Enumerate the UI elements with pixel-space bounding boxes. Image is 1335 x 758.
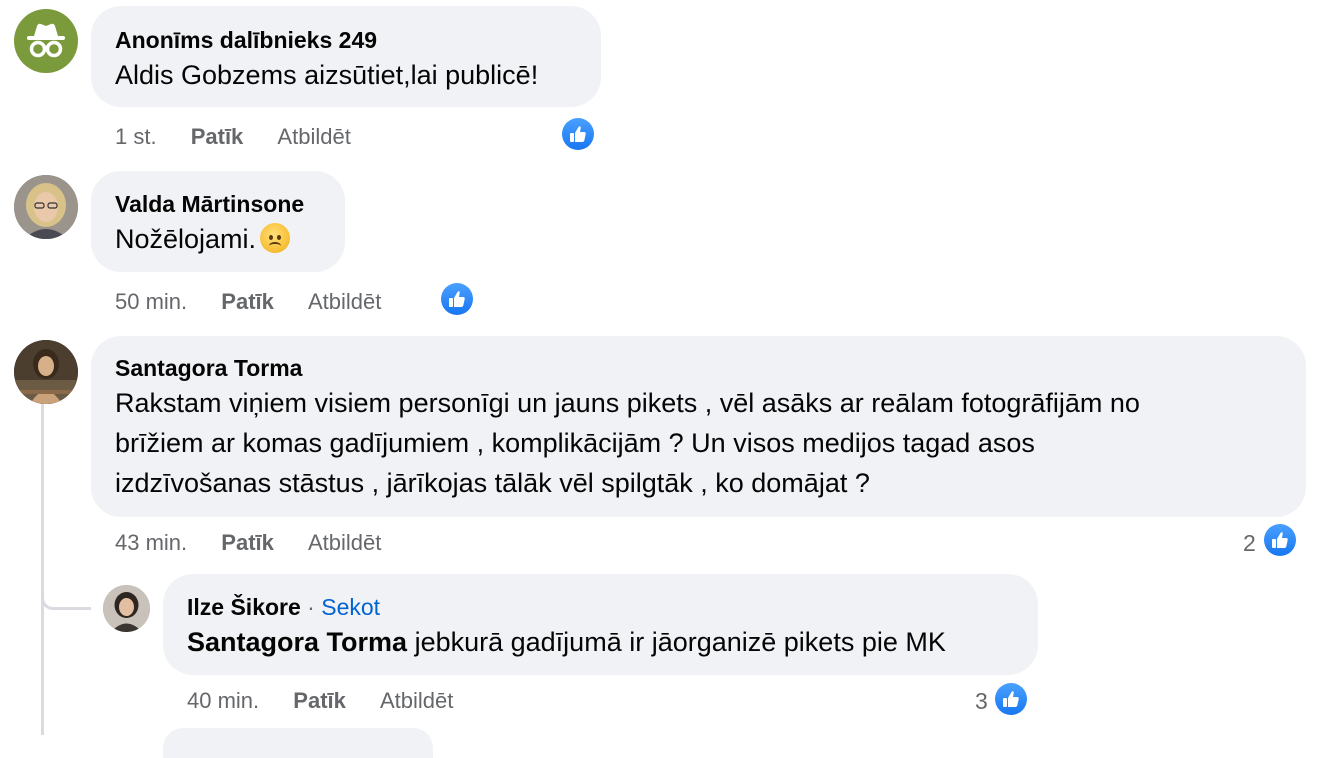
- comment-text: Rakstam viņiem visiem personīgi un jauns…: [115, 383, 1140, 503]
- avatar[interactable]: [14, 9, 78, 73]
- comment-text: jebkurā gadījumā ir jāorganizē pikets pi…: [414, 627, 946, 657]
- comment-author[interactable]: Ilze Šikore: [187, 594, 301, 620]
- incognito-icon: [27, 23, 65, 58]
- separator-dot: ·: [307, 594, 315, 620]
- comment-actions: 50 min. Patīk Atbildēt: [115, 288, 381, 316]
- reaction-badge[interactable]: [560, 116, 596, 152]
- comment-time[interactable]: 1 st.: [115, 124, 157, 149]
- comment-time[interactable]: 50 min.: [115, 289, 187, 314]
- comment-author[interactable]: Anonīms dalībnieks 249: [115, 26, 377, 54]
- avatar[interactable]: [103, 585, 150, 632]
- comment-author[interactable]: Santagora Torma: [115, 354, 302, 382]
- thumbs-up-icon: [1003, 691, 1019, 707]
- reply-button[interactable]: Atbildēt: [380, 688, 453, 713]
- comment-bubble: Anonīms dalībnieks 249 Aldis Gobzems aiz…: [91, 6, 601, 107]
- reaction-badge[interactable]: [993, 681, 1029, 717]
- reaction-badge[interactable]: [1262, 522, 1298, 558]
- comment-time[interactable]: 43 min.: [115, 530, 187, 555]
- comment-time[interactable]: 40 min.: [187, 688, 259, 713]
- reply-button[interactable]: Atbildēt: [308, 289, 381, 314]
- comment-actions: 40 min. Patīk Atbildēt: [187, 687, 453, 715]
- like-button[interactable]: Patīk: [293, 688, 346, 713]
- comment-author[interactable]: Valda Mārtinsone: [115, 190, 304, 218]
- comment-bubble: Santagora Torma Rakstam viņiem visiem pe…: [91, 336, 1306, 517]
- comment-text-line: brīžiem ar komas gadījumiem , komplikāci…: [115, 428, 1035, 458]
- like-button[interactable]: Patīk: [221, 530, 274, 555]
- like-button[interactable]: Patīk: [191, 124, 244, 149]
- mention-link[interactable]: Santagora Torma: [187, 627, 407, 657]
- like-button[interactable]: Patīk: [221, 289, 274, 314]
- comment-actions: 1 st. Patīk Atbildēt: [115, 123, 351, 151]
- profile-photo: [14, 175, 78, 239]
- reply-button[interactable]: Atbildēt: [308, 530, 381, 555]
- thumbs-up-icon: [1272, 532, 1288, 548]
- profile-photo: [14, 340, 78, 404]
- thumbs-up-icon: [570, 126, 586, 142]
- reaction-badge[interactable]: [439, 281, 475, 317]
- reply-button[interactable]: Atbildēt: [277, 124, 350, 149]
- comment-bubble: Valda Mārtinsone Nožēlojami.: [91, 171, 345, 272]
- comment-actions: 43 min. Patīk Atbildēt: [115, 529, 381, 557]
- comment-bubble: Ilze Šikore · Sekot Santagora Torma jebk…: [163, 574, 1038, 675]
- comment-text-line: Santagora Torma jebkurā gadījumā ir jāor…: [187, 622, 946, 662]
- thread-line-vertical: [41, 404, 44, 735]
- reaction-count[interactable]: 3: [975, 687, 988, 715]
- avatar[interactable]: [14, 340, 78, 404]
- sad-face-emoji: [260, 223, 291, 253]
- reaction-count[interactable]: 2: [1243, 529, 1256, 557]
- follow-link[interactable]: Sekot: [321, 594, 380, 620]
- comment-text: Aldis Gobzems aizsūtiet,lai publicē!: [115, 60, 539, 90]
- avatar[interactable]: [14, 175, 78, 239]
- comment-text-line: izdzīvošanas stāstus , jārīkojas tālāk v…: [115, 468, 870, 498]
- comment-text-line: Nožēlojami.: [115, 219, 291, 259]
- thread-line-branch: [41, 590, 91, 610]
- next-comment-bubble: [163, 728, 433, 758]
- profile-photo: [103, 585, 150, 632]
- comment-text-line: Rakstam viņiem visiem personīgi un jauns…: [115, 388, 1140, 418]
- comment-text: Nožēlojami.: [115, 224, 257, 254]
- comment-author-line: Ilze Šikore · Sekot: [187, 593, 380, 621]
- thumbs-up-icon: [449, 291, 465, 307]
